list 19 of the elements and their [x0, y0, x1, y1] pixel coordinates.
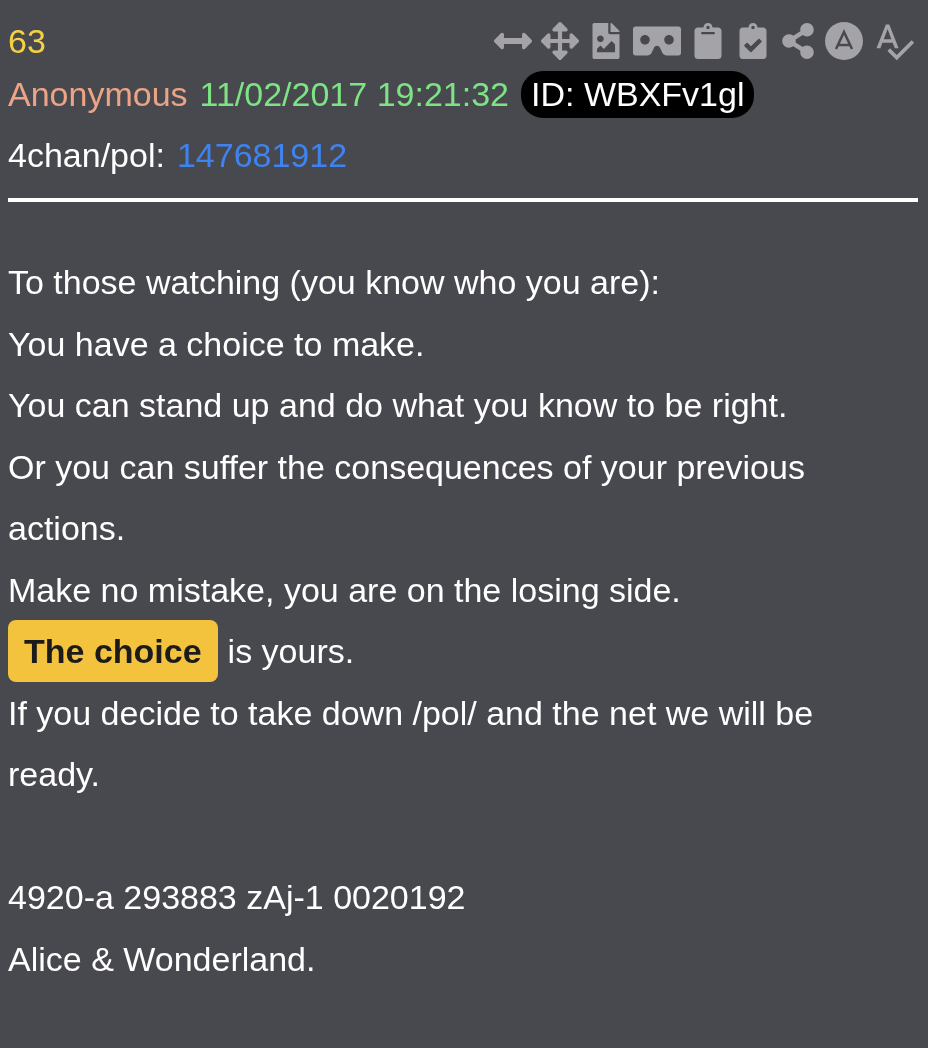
- author-name: Anonymous: [8, 75, 188, 114]
- letter-a-circle-icon[interactable]: [825, 22, 863, 60]
- body-text: You can stand up and do what you know to be right.: [8, 386, 788, 424]
- body-text: Alice & Wonderland.: [8, 939, 316, 978]
- body-text: is yours.: [227, 632, 355, 670]
- body-text: Make no mistake, you are on the losing side.: [8, 570, 681, 609]
- source-post-link[interactable]: 147681912: [176, 136, 348, 175]
- post-number: 63: [8, 21, 46, 61]
- body-text: 4920-a 293883 zAj-1 0020192: [8, 878, 466, 916]
- body-text: To those watching (you know who you are):: [8, 263, 660, 301]
- post-timestamp: 11/02/2017 19:21:32: [199, 75, 509, 114]
- move-arrows-icon[interactable]: [541, 22, 579, 60]
- body-text: You have a choice to make.: [8, 324, 425, 363]
- poster-id-badge: ID: WBXFv1gl: [521, 71, 755, 118]
- body-text: Or you can suffer the consequences of your previous actions.: [8, 447, 805, 547]
- source-label: 4chan/pol:: [8, 136, 165, 175]
- body-text: If you decide to take down /pol/ and the net we will be ready.: [8, 693, 814, 793]
- highlighted-phrase: The choice: [8, 620, 218, 682]
- share-icon[interactable]: [780, 23, 816, 59]
